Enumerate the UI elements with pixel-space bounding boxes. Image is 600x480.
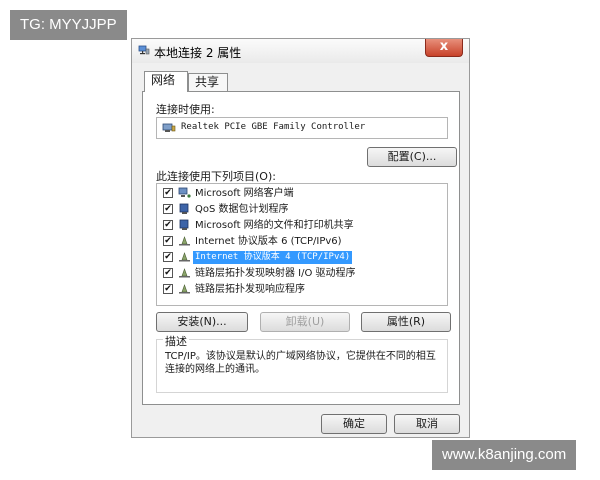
protocol-icon [179,252,190,262]
list-item[interactable]: ✔ Microsoft 网络的文件和打印机共享 [161,218,445,233]
item-checkbox[interactable]: ✔ [163,220,173,230]
protocol-icon [179,268,190,278]
item-checkbox[interactable]: ✔ [163,268,173,278]
adapter-field: Realtek PCIe GBE Family Controller [156,117,448,139]
network-connection-icon [138,45,150,55]
description-text: TCP/IP。该协议是默认的广域网络协议，它提供在不同的相互连接的网络上的通讯。 [165,351,436,375]
item-label: QoS 数据包计划程序 [195,204,289,215]
list-item[interactable]: ✔ Internet 协议版本 4 (TCP/IPv4) [161,250,445,265]
qos-icon [179,203,189,214]
close-icon: x [439,39,449,54]
file-printer-sharing-icon [179,219,189,230]
cancel-button[interactable]: 取消 [394,414,460,434]
item-label-selected: Internet 协议版本 4 (TCP/IPv4) [193,251,353,264]
list-item[interactable]: ✔ 链路层拓扑发现响应程序 [161,282,445,297]
items-label: 此连接使用下列项目(O): [156,170,276,183]
watermark-bottom-right: www.k8anjing.com [432,440,577,470]
item-label: Microsoft 网络客户端 [195,188,294,199]
item-label: Microsoft 网络的文件和打印机共享 [195,220,354,231]
tab-network[interactable]: 网络 [144,71,188,92]
connect-using-label: 连接时使用: [156,103,215,116]
item-checkbox[interactable]: ✔ [163,204,173,214]
protocol-icon [179,284,190,294]
properties-button[interactable]: 属性(R) [361,312,451,332]
title-bar[interactable]: 本地连接 2 属性 x [132,39,469,63]
adapter-name: Realtek PCIe GBE Family Controller [181,122,366,132]
close-button[interactable]: x [425,39,463,57]
network-adapter-icon [162,123,176,132]
ok-button[interactable]: 确定 [321,414,387,434]
description-group: 描述 TCP/IP。该协议是默认的广域网络协议，它提供在不同的相互连接的网络上的… [156,333,448,393]
item-checkbox[interactable]: ✔ [163,252,173,262]
protocol-icon [179,236,190,246]
window-title: 本地连接 2 属性 [154,46,242,60]
install-button[interactable]: 安装(N)... [156,312,248,332]
item-label: 链路层拓扑发现映射器 I/O 驱动程序 [195,268,356,279]
list-item[interactable]: ✔ Internet 协议版本 6 (TCP/IPv6) [161,234,445,249]
configure-button[interactable]: 配置(C)... [367,147,457,167]
components-list[interactable]: ✔ Microsoft 网络客户端 ✔ QoS 数据包计划程序 ✔ Micros… [156,183,448,306]
list-item[interactable]: ✔ QoS 数据包计划程序 [161,202,445,217]
uninstall-button: 卸载(U) [260,312,350,332]
item-checkbox[interactable]: ✔ [163,284,173,294]
list-item[interactable]: ✔ Microsoft 网络客户端 [161,186,445,201]
network-client-icon [178,187,191,198]
list-item[interactable]: ✔ 链路层拓扑发现映射器 I/O 驱动程序 [161,266,445,281]
item-label: Internet 协议版本 6 (TCP/IPv6) [195,236,342,247]
watermark-top-left: TG: MYYJJPP [10,10,127,40]
item-checkbox[interactable]: ✔ [163,188,173,198]
tab-sharing[interactable]: 共享 [188,73,228,91]
properties-dialog: 本地连接 2 属性 x 网络 共享 连接时使用: Realtek PCIe GB… [131,38,470,438]
item-checkbox[interactable]: ✔ [163,236,173,246]
network-tab-panel: 连接时使用: Realtek PCIe GBE Family Controlle… [142,91,460,405]
item-label: 链路层拓扑发现响应程序 [195,284,305,295]
description-title: 描述 [163,333,189,349]
